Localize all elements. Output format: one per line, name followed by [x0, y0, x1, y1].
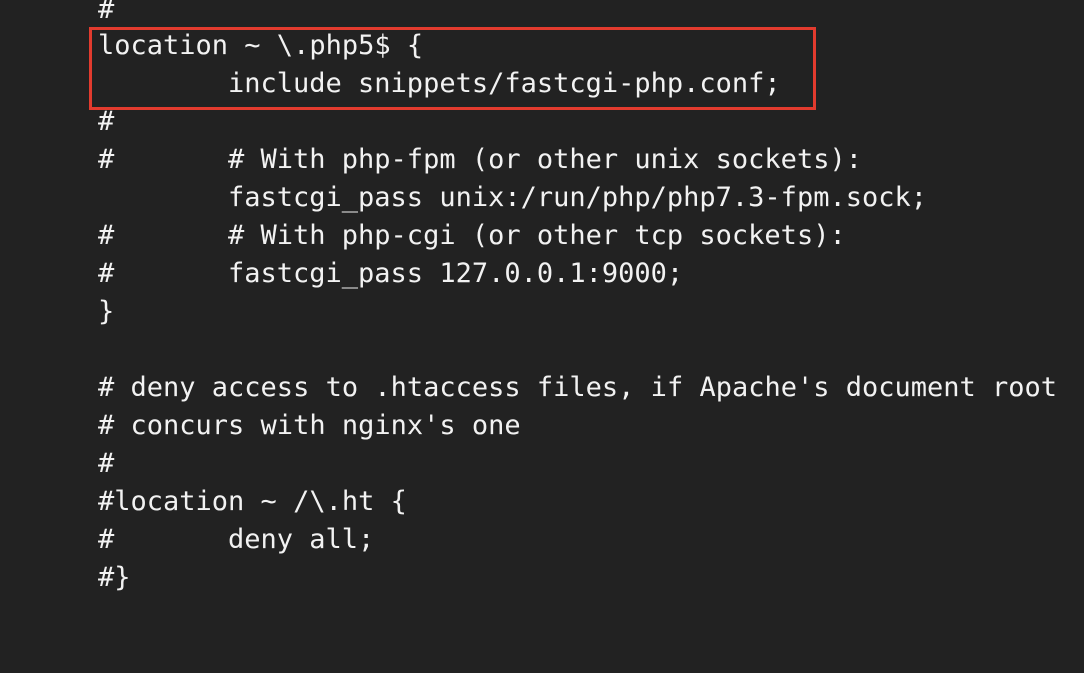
comment-text: # With php-fpm (or other unix sockets): [228, 144, 862, 175]
comment-text: # deny access to .htaccess files, if Apa… [98, 372, 1058, 403]
comment-text: # With php-cgi (or other tcp sockets): [228, 220, 846, 251]
code-line: # deny access to .htaccess files, if Apa… [0, 369, 1057, 407]
comment-marker: # [98, 448, 115, 479]
highlight-annotation-box [89, 27, 816, 110]
commented-location-block: #location ~ /\.ht { [98, 486, 407, 517]
fastcgi-pass-tcp: fastcgi_pass 127.0.0.1:9000; [228, 258, 684, 289]
comment-text: # concurs with nginx's one [98, 410, 521, 441]
code-line: # [0, 0, 114, 29]
code-line: # # With php-fpm (or other unix sockets)… [0, 141, 862, 179]
code-line: # concurs with nginx's one [0, 407, 521, 445]
block-close-brace: } [98, 296, 115, 327]
code-line: # # With php-cgi (or other tcp sockets): [0, 217, 846, 255]
code-line: } [0, 293, 114, 331]
code-line: include snippets/fastcgi-php.conf; [0, 65, 781, 103]
fastcgi-pass-socket: fastcgi_pass unix:/run/php/php7.3-fpm.so… [228, 182, 927, 213]
code-line: fastcgi_pass unix:/run/php/php7.3-fpm.so… [0, 179, 927, 217]
comment-marker: # [98, 258, 115, 289]
comment-marker: # [98, 0, 115, 25]
code-line: # [0, 445, 114, 483]
code-line: #location ~ /\.ht { [0, 483, 407, 521]
code-line: # [0, 103, 114, 141]
code-line: #} [0, 559, 131, 597]
code-line: # deny all; [0, 521, 374, 559]
comment-marker: # [98, 524, 115, 555]
code-line: location ~ \.php5$ { [0, 27, 423, 65]
terminal-window[interactable]: # location ~ \.php5$ { include snippets/… [0, 0, 1084, 614]
comment-marker: # [98, 144, 115, 175]
commented-close-brace: #} [98, 562, 131, 593]
code-line: # fastcgi_pass 127.0.0.1:9000; [0, 255, 683, 293]
comment-marker: # [98, 220, 115, 251]
deny-directive: deny all; [228, 524, 375, 555]
